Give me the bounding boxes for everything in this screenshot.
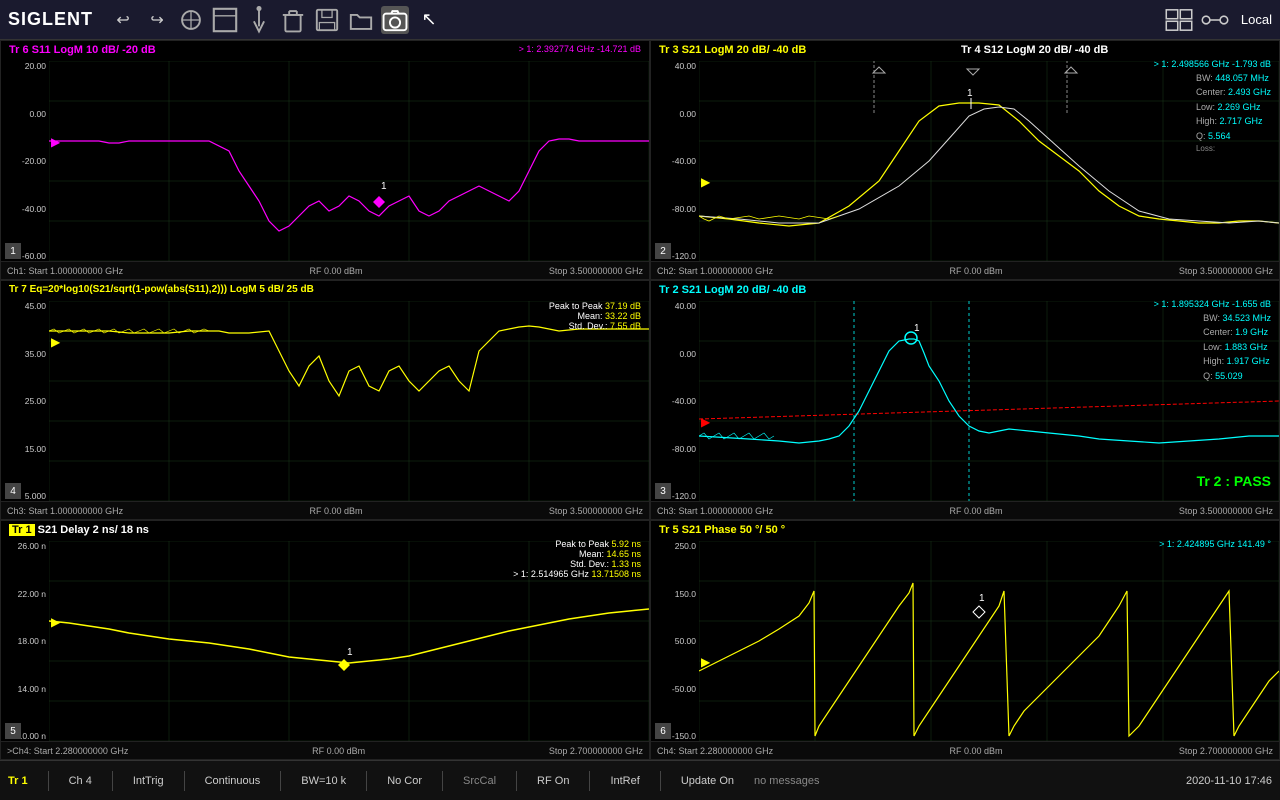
panel-tr5-phase: Tr 5 S21 Phase 50 °/ 50 ° > 1: 2.424895 … [650, 520, 1280, 760]
panel1-title: Tr 6 S11 LogM 10 dB/ -20 dB [9, 44, 156, 56]
panel4-title: Tr 2 S21 LogM 20 dB/ -40 dB [659, 284, 806, 296]
status-div4 [280, 771, 281, 791]
toolbar-icons: ↩ ↪ ↖ [109, 6, 1165, 34]
status-div8 [589, 771, 590, 791]
svg-text:1: 1 [914, 323, 920, 334]
redo-button[interactable]: ↪ [143, 6, 171, 34]
status-nocor: No Cor [387, 775, 422, 787]
undo-button[interactable]: ↩ [109, 6, 137, 34]
panel1-yaxis: 20.000.00-20.00-40.00-60.00 [1, 61, 49, 261]
panel1-footer: Ch1: Start 1.000000000 GHz RF 0.00 dBm S… [1, 261, 649, 279]
panel3-number: 4 [5, 483, 21, 499]
svg-text:▶: ▶ [701, 175, 711, 189]
status-div2 [112, 771, 113, 791]
status-bw: BW=10 k [301, 775, 346, 787]
svg-text:▶: ▶ [51, 135, 61, 149]
panel4-yaxis: 40.000.00-40.00-80.00-120.0 [651, 301, 699, 501]
panel2-marker: > 1: 2.498566 GHz -1.793 dB [1154, 59, 1271, 69]
panel4-pass: Tr 2 : PASS [1197, 473, 1271, 489]
panel3-yaxis: 45.0035.0025.0015.005.000 [1, 301, 49, 501]
toolbar-right: Local [1165, 6, 1272, 34]
status-inttrig: IntTrig [133, 775, 164, 787]
panel-tr1-delay: Tr 1 S21 Delay 2 ns/ 18 ns Peak to Peak … [0, 520, 650, 760]
svg-text:1: 1 [381, 181, 387, 192]
window-icon[interactable] [211, 6, 239, 34]
panel-tr2: Tr 2 S21 LogM 20 dB/ -40 dB > 1: 1.89532… [650, 280, 1280, 520]
measure-icon[interactable] [177, 6, 205, 34]
panel5-yaxis: 26.00 n22.00 n18.00 n14.00 n10.00 n [1, 541, 49, 741]
main-grid: Tr 6 S11 LogM 10 dB/ -20 dB > 1: 2.39277… [0, 40, 1280, 760]
panel-tr6: Tr 6 S11 LogM 10 dB/ -20 dB > 1: 2.39277… [0, 40, 650, 280]
toolbar: SIGLENT ↩ ↪ ↖ [0, 0, 1280, 40]
status-div1 [48, 771, 49, 791]
panel-tr3-tr4: Tr 3 S21 LogM 20 dB/ -40 dB Tr 4 S12 Log… [650, 40, 1280, 280]
panel5-title: Tr 1 S21 Delay 2 ns/ 18 ns [9, 524, 149, 536]
panel2-footer: Ch2: Start 1.000000000 GHz RF 0.00 dBm S… [651, 261, 1279, 279]
panel6-chart: ▶ 1 [699, 541, 1279, 741]
cursor-indicator: ↖ [415, 6, 443, 34]
connect-icon[interactable] [1201, 6, 1229, 34]
screenshot-icon[interactable] [381, 6, 409, 34]
svg-text:1: 1 [979, 593, 985, 604]
panel4-number: 3 [655, 483, 671, 499]
panel2-yaxis: 40.000.00-40.00-80.00-120.0 [651, 61, 699, 261]
delete-icon[interactable] [279, 6, 307, 34]
svg-text:1: 1 [347, 647, 353, 658]
statusbar: Tr 1 Ch 4 IntTrig Continuous BW=10 k No … [0, 760, 1280, 800]
panel3-footer: Ch3: Start 1.000000000 GHz RF 0.00 dBm S… [1, 501, 649, 519]
layout-icon[interactable] [1165, 6, 1193, 34]
panel-tr7: Tr 7 Eq=20*log10(S21/sqrt(1-pow(abs(S11)… [0, 280, 650, 520]
status-div3 [184, 771, 185, 791]
panel3-title: Tr 7 Eq=20*log10(S21/sqrt(1-pow(abs(S11)… [9, 284, 314, 295]
status-div9 [660, 771, 661, 791]
panel6-yaxis: 250.0150.050.00-50.00-150.0 [651, 541, 699, 741]
svg-text:▶: ▶ [701, 415, 711, 429]
panel1-marker: > 1: 2.392774 GHz -14.721 dB [519, 44, 641, 54]
panel3-chart: ▶ [49, 301, 649, 501]
logo: SIGLENT [8, 9, 93, 30]
panel2-title1: Tr 3 S21 LogM 20 dB/ -40 dB [659, 44, 806, 56]
panel4-chart: ▶ 1 [699, 301, 1279, 501]
status-intref: IntRef [610, 775, 639, 787]
panel6-marker: > 1: 2.424895 GHz 141.49 ° [1159, 539, 1271, 549]
panel2-number: 2 [655, 243, 671, 259]
panel2-title2: Tr 4 S12 LogM 20 dB/ -40 dB [961, 44, 1108, 56]
panel1-number: 1 [5, 243, 21, 259]
status-tr1: Tr 1 [8, 775, 28, 787]
svg-text:▶: ▶ [51, 335, 61, 349]
status-div7 [516, 771, 517, 791]
panel6-footer: Ch4: Start 2.280000000 GHz RF 0.00 dBm S… [651, 741, 1279, 759]
svg-text:1: 1 [967, 88, 973, 99]
panel2-chart: ▶ 1 [699, 61, 1279, 261]
status-continuous: Continuous [205, 775, 261, 787]
status-div5 [366, 771, 367, 791]
panel4-footer: Ch3: Start 1.000000000 GHz RF 0.00 dBm S… [651, 501, 1279, 519]
status-messages: no messages [754, 775, 1166, 787]
open-icon[interactable] [347, 6, 375, 34]
status-srccal: SrcCal [463, 775, 496, 787]
local-label: Local [1241, 12, 1272, 27]
panel5-number: 5 [5, 723, 21, 739]
toolbar-right-icons [1165, 6, 1229, 34]
panel3-stats: Peak to Peak 37.19 dB Mean: 33.22 dB Std… [549, 301, 641, 331]
marker-icon[interactable] [245, 6, 273, 34]
panel1-chart: ▶ 1 [49, 61, 649, 261]
status-datetime: 2020-11-10 17:46 [1186, 775, 1272, 787]
status-ch4: Ch 4 [69, 775, 92, 787]
status-updateon: Update On [681, 775, 734, 787]
panel4-marker: > 1: 1.895324 GHz -1.655 dB [1154, 299, 1271, 309]
panel6-title: Tr 5 S21 Phase 50 °/ 50 ° [659, 524, 785, 536]
status-div6 [442, 771, 443, 791]
panel5-stats: Peak to Peak 5.92 ns Mean: 14.65 ns Std.… [513, 539, 641, 579]
status-rfon: RF On [537, 775, 569, 787]
save-icon[interactable] [313, 6, 341, 34]
panel5-footer: >Ch4: Start 2.280000000 GHz RF 0.00 dBm … [1, 741, 649, 759]
panel6-number: 6 [655, 723, 671, 739]
